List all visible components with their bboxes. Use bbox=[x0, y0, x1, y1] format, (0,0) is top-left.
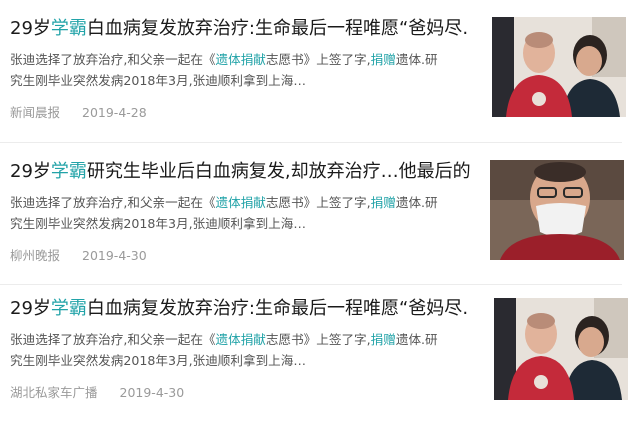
news-feed: 29岁学霸白血病复发放弃治疗:生命最后一程唯愿“爸妈尽… 张迪选择了放弃治疗,和… bbox=[0, 0, 640, 428]
news-date: 2019-4-28 bbox=[82, 105, 147, 120]
news-item-text[interactable]: 29岁学霸白血病复发放弃治疗:生命最后一程唯愿“爸妈尽… 张迪选择了放弃治疗,和… bbox=[10, 298, 470, 401]
news-thumbnail[interactable] bbox=[492, 17, 626, 117]
news-date: 2019-4-30 bbox=[119, 385, 185, 400]
news-source: 柳州晚报 bbox=[10, 248, 61, 263]
divider bbox=[0, 284, 622, 285]
news-title[interactable]: 29岁学霸白血病复发放弃治疗:生命最后一程唯愿“爸妈尽… bbox=[10, 298, 470, 320]
keyword-highlight: 学霸 bbox=[50, 161, 87, 182]
news-thumbnail[interactable] bbox=[494, 298, 628, 400]
photo-patient-with-mother bbox=[492, 17, 626, 117]
keyword-highlight: 学霸 bbox=[50, 18, 87, 39]
photo-patient-with-mother bbox=[494, 298, 628, 400]
news-snippet: 张迪选择了放弃治疗,和父亲一起在《遗体捐献志愿书》上签了字,捐赠遗体.研 究生刚毕… bbox=[10, 195, 438, 231]
news-item-text[interactable]: 29岁学霸研究生毕业后白血病复发,却放弃治疗…他最后的… 张迪选择了放弃治疗,和… bbox=[10, 161, 470, 264]
news-title[interactable]: 29岁学霸白血病复发放弃治疗:生命最后一程唯愿“爸妈尽… bbox=[10, 18, 470, 40]
news-meta: 柳州晚报 2019-4-30 bbox=[10, 245, 470, 264]
news-snippet: 张迪选择了放弃治疗,和父亲一起在《遗体捐献志愿书》上签了字,捐赠遗体.研 究生刚毕… bbox=[10, 52, 438, 88]
news-source: 新闻晨报 bbox=[10, 105, 61, 120]
news-meta: 湖北私家车广播 2019-4-30 bbox=[10, 382, 470, 401]
news-meta: 新闻晨报 2019-4-28 bbox=[10, 102, 470, 121]
news-item-text[interactable]: 29岁学霸白血病复发放弃治疗:生命最后一程唯愿“爸妈尽… 张迪选择了放弃治疗,和… bbox=[10, 18, 470, 121]
news-title[interactable]: 29岁学霸研究生毕业后白血病复发,却放弃治疗…他最后的… bbox=[10, 161, 470, 183]
news-snippet: 张迪选择了放弃治疗,和父亲一起在《遗体捐献志愿书》上签了字,捐赠遗体.研 究生刚毕… bbox=[10, 332, 438, 368]
news-date: 2019-4-30 bbox=[82, 248, 147, 263]
news-thumbnail[interactable] bbox=[490, 160, 624, 260]
photo-patient-with-mask bbox=[490, 160, 624, 260]
divider bbox=[0, 142, 622, 143]
news-source: 湖北私家车广播 bbox=[10, 385, 98, 400]
keyword-highlight: 学霸 bbox=[50, 298, 87, 319]
